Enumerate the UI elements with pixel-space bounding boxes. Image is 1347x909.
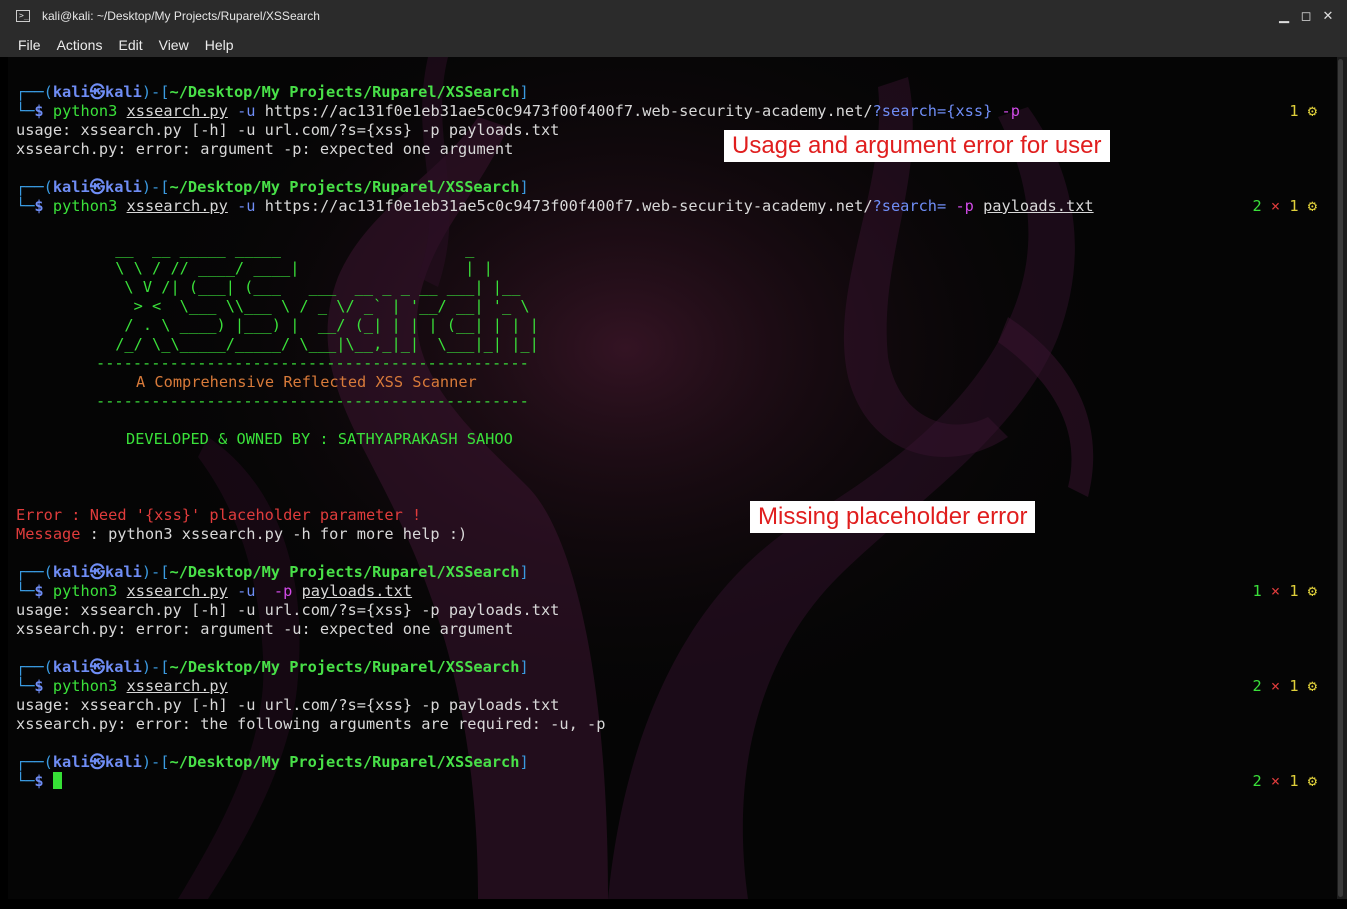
prompt-line-4: ┌──(kali㉿kali)-[~/Desktop/My Projects/Ru…	[16, 658, 529, 676]
status-indicator-1: 1 ⚙	[1289, 102, 1317, 120]
error-line: Error : Need '{xss}' placeholder paramet…	[16, 506, 422, 524]
prompt-line-3: ┌──(kali㉿kali)-[~/Desktop/My Projects/Ru…	[16, 563, 529, 581]
terminal-output[interactable]: ┌──(kali㉿kali)-[~/Desktop/My Projects/Ru…	[8, 57, 1337, 899]
prompt-line-1: ┌──(kali㉿kali)-[~/Desktop/My Projects/Ru…	[16, 83, 529, 101]
status-indicator-4: 2 × 1 ⚙	[1252, 677, 1317, 695]
close-button[interactable]: ✕	[1317, 6, 1339, 28]
terminal-icon: >_	[16, 10, 30, 22]
banner-rule-top: ----------------------------------------…	[96, 354, 529, 372]
ascii-art-line-2: \ \ / // ____/ ____| | |	[106, 259, 530, 277]
maximize-button[interactable]: ◻	[1295, 6, 1317, 28]
prompt-line-2: ┌──(kali㉿kali)-[~/Desktop/My Projects/Ru…	[16, 178, 529, 196]
ascii-art-line-5: / . \ ____) |___) | __/ (_| | | | (__| |…	[106, 316, 539, 334]
minimize-button[interactable]: ▁	[1273, 6, 1295, 28]
command-line-1: └─$ python3 xssearch.py -u https://ac131…	[16, 102, 1020, 120]
output-usage-3: usage: xssearch.py [-h] -u url.com/?s={x…	[16, 601, 560, 619]
terminal-scrollbar[interactable]	[1337, 57, 1347, 899]
status-indicator-3: 1 × 1 ⚙	[1252, 582, 1317, 600]
output-usage-1: usage: xssearch.py [-h] -u url.com/?s={x…	[16, 121, 560, 139]
terminal-window: >_ kali@kali: ~/Desktop/My Projects/Rupa…	[0, 0, 1347, 909]
banner-developer: DEVELOPED & OWNED BY : SATHYAPRAKASH SAH…	[126, 430, 513, 448]
output-error-3: xssearch.py: error: argument -u: expecte…	[16, 620, 514, 638]
window-title: kali@kali: ~/Desktop/My Projects/Ruparel…	[42, 9, 320, 23]
menu-actions[interactable]: Actions	[49, 34, 111, 57]
output-error-1: xssearch.py: error: argument -p: expecte…	[16, 140, 514, 158]
command-line-4: └─$ python3 xssearch.py	[16, 677, 228, 695]
menu-edit[interactable]: Edit	[110, 34, 150, 57]
ascii-art-line-1: __ __ _____ _____ _	[106, 240, 521, 258]
command-line-5[interactable]: └─$	[16, 772, 62, 791]
ascii-art-line-6: /_/ \_\_____/_____/ \___|\__,_|_| \___|_…	[106, 335, 539, 353]
menu-view[interactable]: View	[151, 34, 197, 57]
status-indicator-5: 2 × 1 ⚙	[1252, 772, 1317, 790]
output-usage-4: usage: xssearch.py [-h] -u url.com/?s={x…	[16, 696, 560, 714]
message-line: Message : python3 xssearch.py -h for mor…	[16, 525, 468, 543]
ascii-art-line-4: > < \___ \\___ \ / _ \/ _` | '__/ __| '_…	[106, 297, 539, 315]
menu-file[interactable]: File	[10, 34, 49, 57]
text-cursor	[52, 772, 62, 789]
command-line-3: └─$ python3 xssearch.py -u -p payloads.t…	[16, 582, 413, 600]
annotation-usage-error: Usage and argument error for user	[724, 130, 1110, 162]
status-indicator-2: 2 × 1 ⚙	[1252, 197, 1317, 215]
output-error-4: xssearch.py: error: the following argume…	[16, 715, 606, 733]
command-line-2: └─$ python3 xssearch.py -u https://ac131…	[16, 197, 1094, 215]
menu-bar: File Actions Edit View Help	[0, 34, 1347, 57]
scrollbar-thumb[interactable]	[1338, 59, 1343, 897]
title-bar[interactable]: >_ kali@kali: ~/Desktop/My Projects/Rupa…	[0, 0, 1347, 34]
banner-rule-bottom: ----------------------------------------…	[96, 392, 529, 410]
ascii-art-line-3: \ V /| (___| (___ ___ __ _ _ __ ___| |__	[106, 278, 539, 296]
menu-help[interactable]: Help	[197, 34, 242, 57]
banner-tagline: A Comprehensive Reflected XSS Scanner	[136, 373, 477, 391]
prompt-line-5: ┌──(kali㉿kali)-[~/Desktop/My Projects/Ru…	[16, 753, 529, 771]
annotation-missing-placeholder: Missing placeholder error	[750, 501, 1036, 533]
